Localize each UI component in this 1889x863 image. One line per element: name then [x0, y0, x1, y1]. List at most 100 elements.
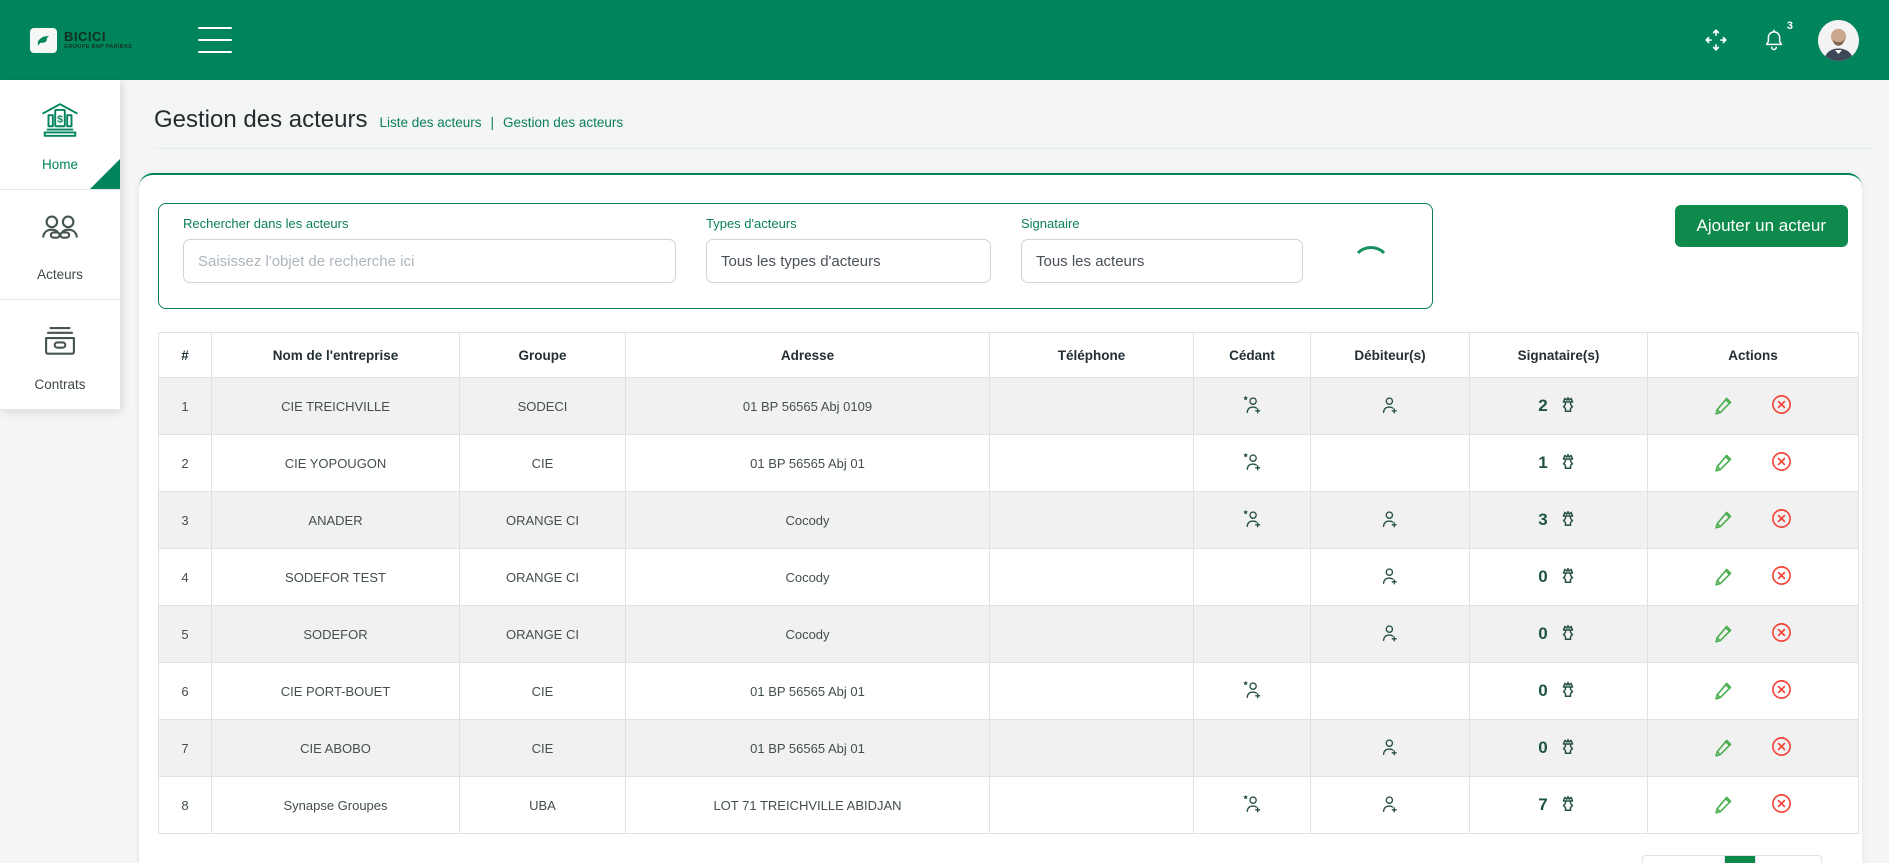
table-row: 5SODEFORORANGE CICocody0 [159, 606, 1859, 663]
sidebar-item-home[interactable]: $ Home [0, 80, 120, 190]
top-bar: BICICI GROUPE BNP PARIBAS 3 [0, 0, 1889, 80]
page-title: Gestion des acteurs [154, 106, 367, 134]
signataires-cell: 3 [1470, 492, 1648, 549]
signataire-badge-icon[interactable] [1557, 623, 1579, 645]
company-name-cell: SODEFOR [212, 606, 460, 663]
table-row: 1CIE TREICHVILLESODECI01 BP 56565 Abj 01… [159, 378, 1859, 435]
column-header: Téléphone [990, 333, 1194, 378]
breadcrumb-link-liste[interactable]: Liste des acteurs [379, 115, 481, 130]
edit-actor-button[interactable] [1713, 564, 1736, 587]
table-row: 8Synapse GroupesUBALOT 71 TREICHVILLE AB… [159, 777, 1859, 834]
cedant-cell [1194, 378, 1311, 435]
pagination-page-1-button[interactable]: 1 [1724, 856, 1754, 863]
table-row: 4SODEFOR TESTORANGE CICocody0 [159, 549, 1859, 606]
debiteur-user-plus-icon[interactable] [1379, 736, 1401, 758]
debiteur-cell [1311, 606, 1470, 663]
sidebar-item-acteurs[interactable]: Acteurs [0, 190, 120, 300]
fullscreen-move-icon[interactable] [1702, 26, 1730, 54]
phone-cell [990, 606, 1194, 663]
edit-actor-button[interactable] [1713, 735, 1736, 758]
debiteur-cell [1311, 492, 1470, 549]
group-cell: ORANGE CI [460, 606, 626, 663]
debiteur-user-plus-icon[interactable] [1379, 793, 1401, 815]
address-cell: 01 BP 56565 Abj 0109 [626, 378, 990, 435]
signataires-count: 3 [1538, 510, 1547, 530]
edit-actor-button[interactable] [1713, 621, 1736, 644]
debiteur-user-plus-icon[interactable] [1379, 622, 1401, 644]
cedant-user-star-plus-icon[interactable] [1241, 451, 1263, 473]
signataire-badge-icon[interactable] [1557, 395, 1579, 417]
cedant-user-star-plus-icon[interactable] [1241, 679, 1263, 701]
edit-actor-button[interactable] [1713, 450, 1736, 473]
company-name-cell: Synapse Groupes [212, 777, 460, 834]
add-actor-button[interactable]: Ajouter un acteur [1675, 205, 1848, 247]
column-header: Nom de l'entreprise [212, 333, 460, 378]
menu-hamburger-icon[interactable] [198, 27, 232, 53]
delete-actor-button[interactable] [1770, 564, 1793, 587]
delete-actor-button[interactable] [1770, 393, 1793, 416]
signataires-cell: 0 [1470, 606, 1648, 663]
company-name-cell: CIE ABOBO [212, 720, 460, 777]
actions-cell [1648, 777, 1859, 834]
sidebar: $ Home Acteurs Contra [0, 80, 120, 410]
cedant-cell [1194, 492, 1311, 549]
signataire-badge-icon[interactable] [1557, 566, 1579, 588]
company-name-cell: CIE YOPOUGON [212, 435, 460, 492]
edit-actor-button[interactable] [1713, 792, 1736, 815]
delete-actor-button[interactable] [1770, 621, 1793, 644]
signataire-badge-icon[interactable] [1557, 794, 1579, 816]
signataires-count: 0 [1538, 681, 1547, 701]
cedant-user-star-plus-icon[interactable] [1241, 793, 1263, 815]
pagination-next-button[interactable]: Suivant [1755, 856, 1821, 863]
signataires-count: 0 [1538, 567, 1547, 587]
actor-type-select[interactable]: Tous les types d'acteurs [706, 239, 991, 283]
debiteur-cell [1311, 663, 1470, 720]
cedant-cell [1194, 663, 1311, 720]
notification-count-badge: 3 [1787, 20, 1793, 32]
table-header-row: #Nom de l'entrepriseGroupeAdresseTélépho… [159, 333, 1859, 378]
notifications-bell-icon[interactable]: 3 [1760, 26, 1788, 54]
cedant-user-star-plus-icon[interactable] [1241, 508, 1263, 530]
delete-actor-button[interactable] [1770, 450, 1793, 473]
signataire-badge-icon[interactable] [1557, 509, 1579, 531]
actors-users-icon [37, 207, 83, 258]
signataire-badge-icon[interactable] [1557, 737, 1579, 759]
actions-cell [1648, 378, 1859, 435]
header-divider [154, 148, 1875, 149]
search-input[interactable] [183, 239, 676, 283]
cedant-cell [1194, 720, 1311, 777]
column-header: Cédant [1194, 333, 1311, 378]
cedant-user-star-plus-icon[interactable] [1241, 394, 1263, 416]
edit-actor-button[interactable] [1713, 507, 1736, 530]
loading-spinner-icon [1351, 246, 1391, 286]
sidebar-item-contrats[interactable]: Contrats [0, 300, 120, 410]
group-cell: UBA [460, 777, 626, 834]
signataire-badge-icon[interactable] [1557, 680, 1579, 702]
column-header: Actions [1648, 333, 1859, 378]
phone-cell [990, 720, 1194, 777]
group-cell: ORANGE CI [460, 492, 626, 549]
debiteur-user-plus-icon[interactable] [1379, 508, 1401, 530]
signatory-select[interactable]: Tous les acteurs [1021, 239, 1303, 283]
debiteur-user-plus-icon[interactable] [1379, 394, 1401, 416]
edit-actor-button[interactable] [1713, 393, 1736, 416]
actors-table-body: 1CIE TREICHVILLESODECI01 BP 56565 Abj 01… [159, 378, 1859, 834]
edit-actor-button[interactable] [1713, 678, 1736, 701]
delete-actor-button[interactable] [1770, 678, 1793, 701]
delete-actor-button[interactable] [1770, 507, 1793, 530]
phone-cell [990, 549, 1194, 606]
delete-actor-button[interactable] [1770, 735, 1793, 758]
user-avatar[interactable] [1818, 20, 1859, 61]
group-cell: ORANGE CI [460, 549, 626, 606]
breadcrumb: Liste des acteurs | Gestion des acteurs [379, 115, 623, 130]
signatory-label: Signataire [1021, 216, 1303, 231]
cedant-cell [1194, 606, 1311, 663]
signataires-count: 7 [1538, 795, 1547, 815]
signataire-badge-icon[interactable] [1557, 452, 1579, 474]
debiteur-user-plus-icon[interactable] [1379, 565, 1401, 587]
sidebar-item-label: Contrats [34, 377, 85, 392]
pagination-previous-button[interactable]: Précédent [1643, 856, 1724, 863]
delete-actor-button[interactable] [1770, 792, 1793, 815]
signataires-count: 2 [1538, 396, 1547, 416]
company-name-cell: CIE PORT-BOUET [212, 663, 460, 720]
